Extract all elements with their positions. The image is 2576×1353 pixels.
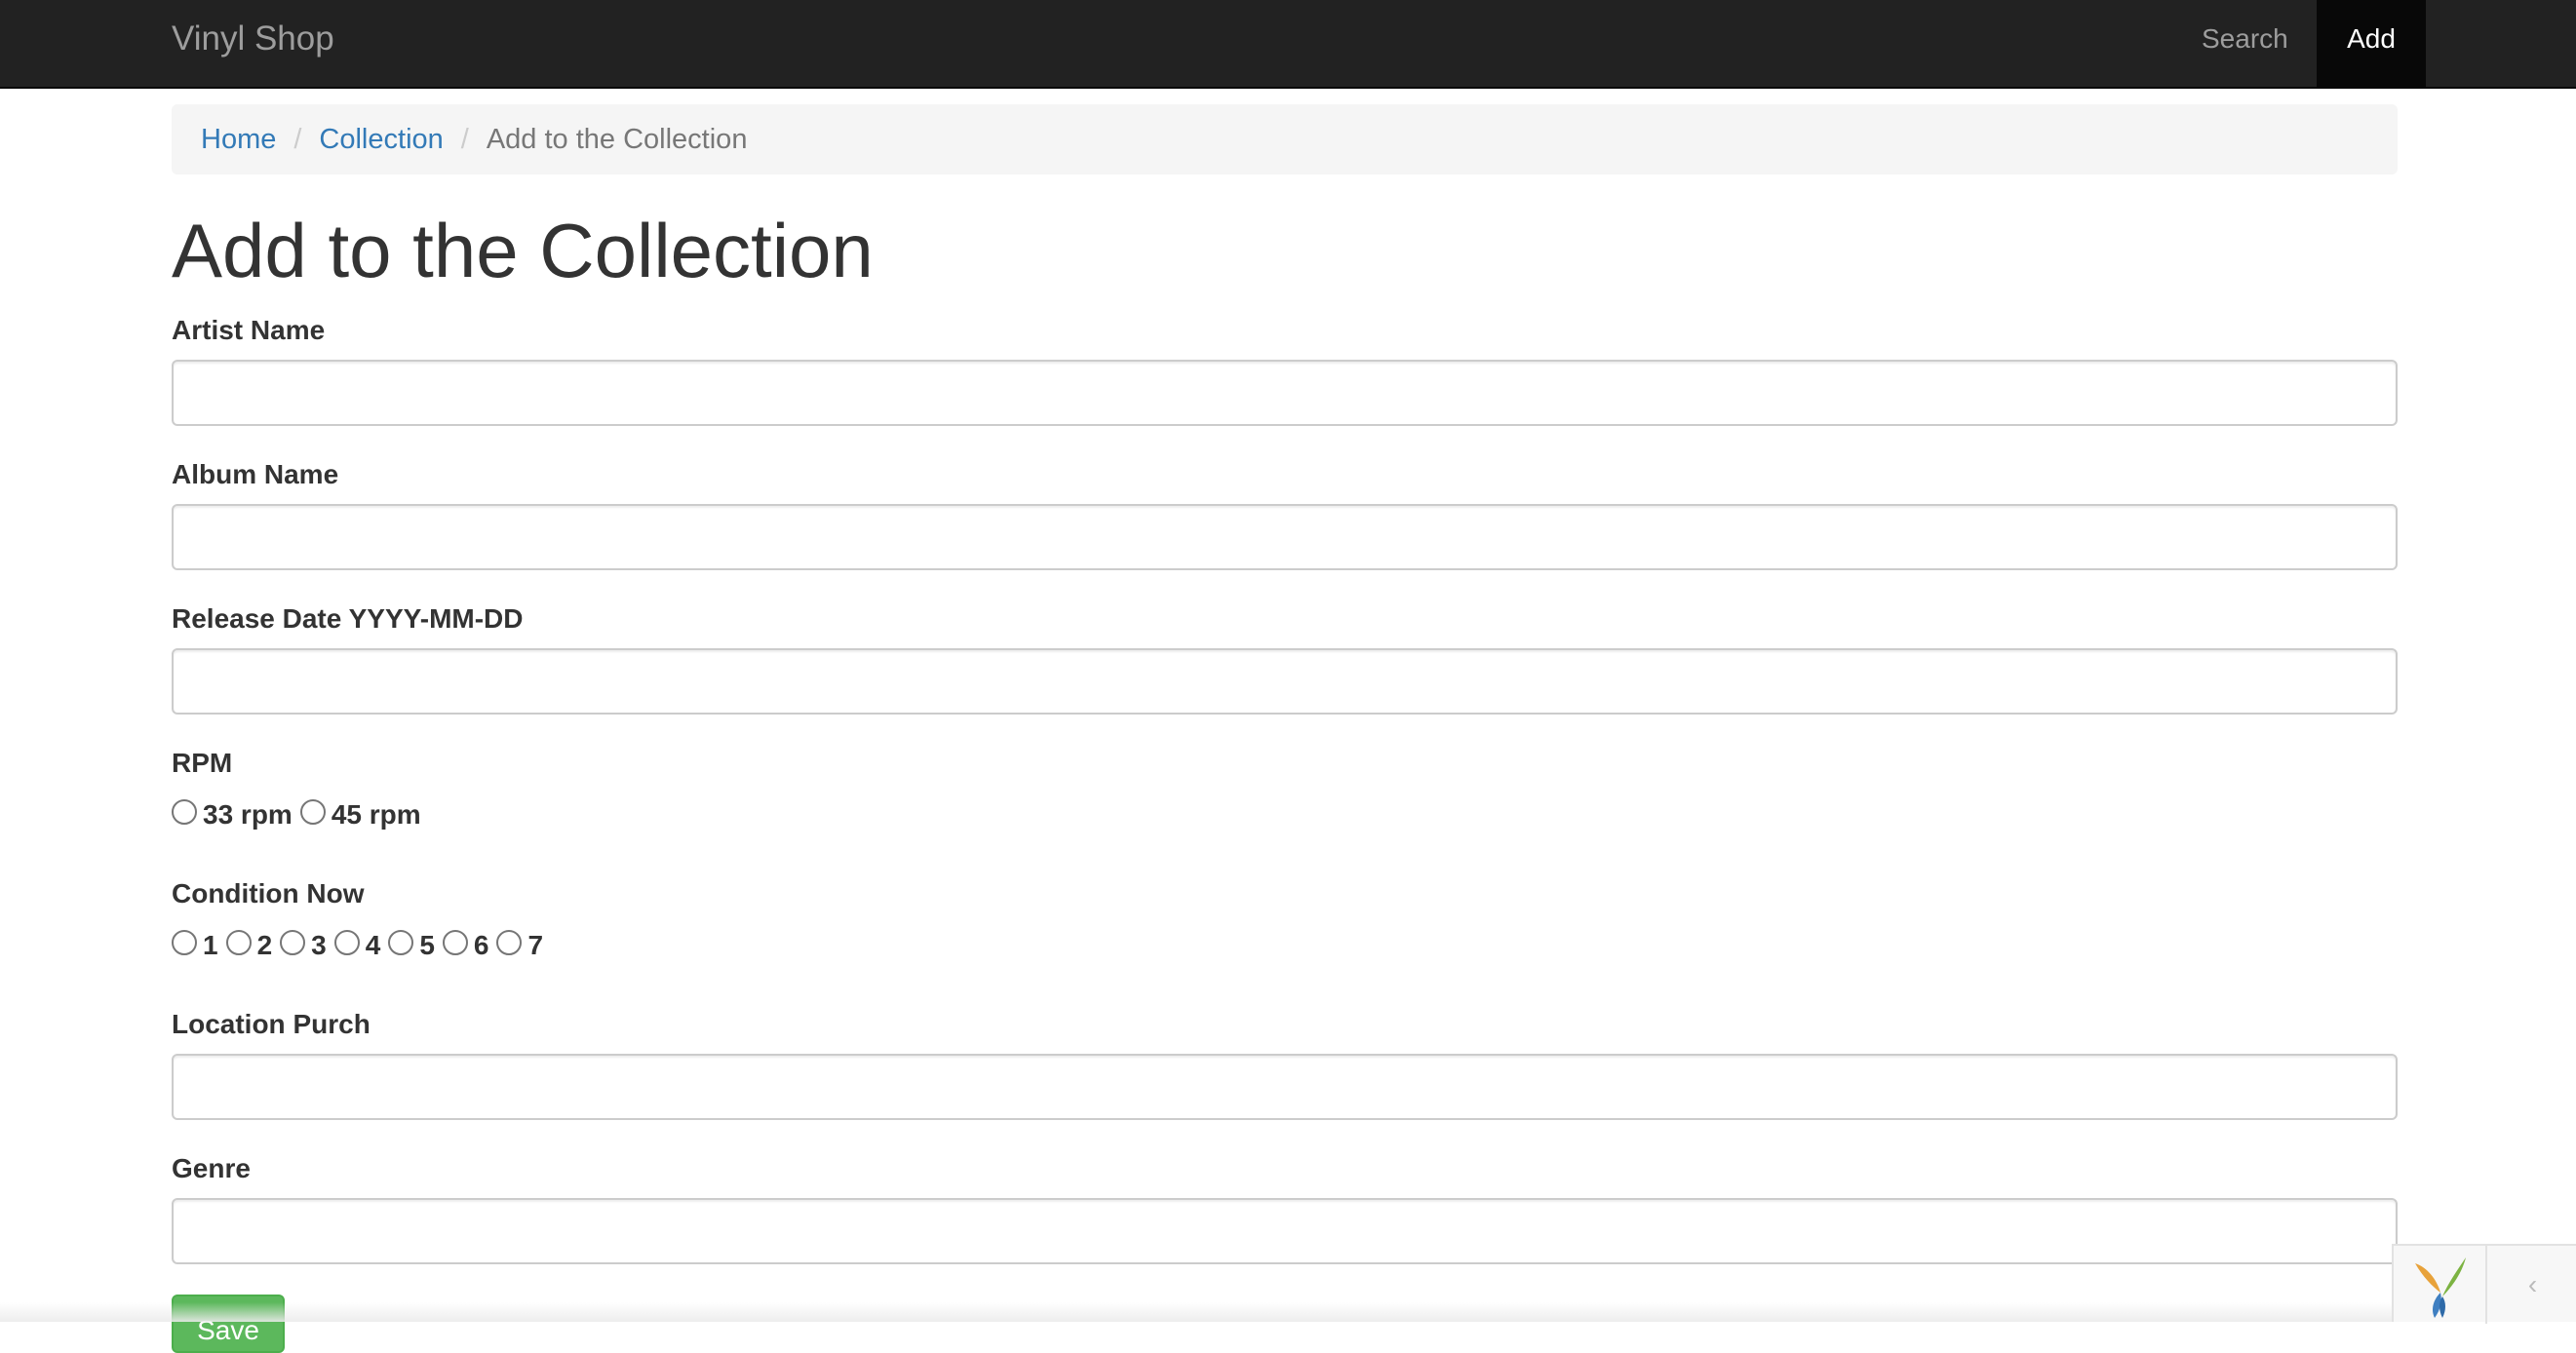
rpm-option-label: 33 rpm: [203, 799, 293, 830]
condition-option-2[interactable]: 2: [225, 930, 273, 961]
rpm-option-45[interactable]: 45 rpm: [299, 799, 421, 831]
rpm-option-label: 45 rpm: [331, 799, 421, 830]
condition-option-label: 4: [365, 930, 381, 960]
condition-option-label: 1: [203, 930, 218, 960]
breadcrumb-separator: /: [460, 123, 469, 155]
radio-button[interactable]: [225, 930, 252, 955]
framework-logo-icon[interactable]: [2394, 1246, 2487, 1324]
genre-label: Genre: [172, 1153, 251, 1183]
nav-add-link[interactable]: Add: [2317, 0, 2426, 87]
condition-option-label: 5: [419, 930, 435, 960]
condition-option-6[interactable]: 6: [442, 930, 489, 961]
radio-button[interactable]: [333, 930, 360, 955]
breadcrumb-separator: /: [293, 123, 302, 155]
condition-option-4[interactable]: 4: [333, 930, 381, 961]
debug-toolbar: ‹: [2392, 1244, 2576, 1324]
breadcrumb-collection-link[interactable]: Collection: [319, 124, 443, 156]
breadcrumb-current: Add to the Collection: [486, 123, 748, 155]
condition-option-label: 6: [473, 930, 489, 960]
release-date-input[interactable]: [172, 648, 2398, 715]
page-title: Add to the Collection: [172, 208, 874, 293]
genre-input[interactable]: [172, 1198, 2398, 1264]
radio-button[interactable]: [299, 799, 326, 825]
rpm-radio-group: 33 rpm 45 rpm: [172, 799, 429, 831]
condition-radio-group: 1 2 3 4 5 6 7: [172, 930, 551, 961]
condition-option-label: 3: [311, 930, 327, 960]
radio-button[interactable]: [172, 930, 197, 955]
breadcrumb: Home / Collection / Add to the Collectio…: [172, 104, 2398, 174]
rpm-label: RPM: [172, 748, 233, 778]
radio-button[interactable]: [280, 930, 306, 955]
radio-button[interactable]: [388, 930, 414, 955]
condition-option-3[interactable]: 3: [280, 930, 327, 961]
location-purch-input[interactable]: [172, 1054, 2398, 1120]
artist-name-input[interactable]: [172, 360, 2398, 426]
page-bottom-edge: [0, 1302, 2576, 1322]
radio-button[interactable]: [172, 799, 197, 825]
top-navbar: Vinyl Shop Search Add: [0, 0, 2576, 89]
radio-button[interactable]: [442, 930, 468, 955]
brand-link[interactable]: Vinyl Shop: [172, 0, 334, 87]
condition-option-7[interactable]: 7: [496, 930, 543, 961]
condition-option-1[interactable]: 1: [172, 930, 218, 961]
condition-option-5[interactable]: 5: [388, 930, 435, 961]
rpm-option-33[interactable]: 33 rpm: [172, 799, 293, 831]
condition-option-label: 7: [527, 930, 544, 960]
artist-name-label: Artist Name: [172, 315, 326, 345]
condition-label: Condition Now: [172, 878, 365, 908]
album-name-input[interactable]: [172, 504, 2398, 570]
release-date-label: Release Date YYYY-MM-DD: [172, 603, 524, 634]
breadcrumb-home-link[interactable]: Home: [201, 124, 276, 156]
location-purch-label: Location Purch: [172, 1009, 371, 1039]
album-name-label: Album Name: [172, 459, 339, 489]
condition-option-label: 2: [256, 930, 273, 960]
toolbar-collapse-toggle[interactable]: ‹: [2487, 1246, 2576, 1324]
nav-search-link[interactable]: Search: [2172, 0, 2318, 87]
radio-button[interactable]: [496, 930, 523, 955]
